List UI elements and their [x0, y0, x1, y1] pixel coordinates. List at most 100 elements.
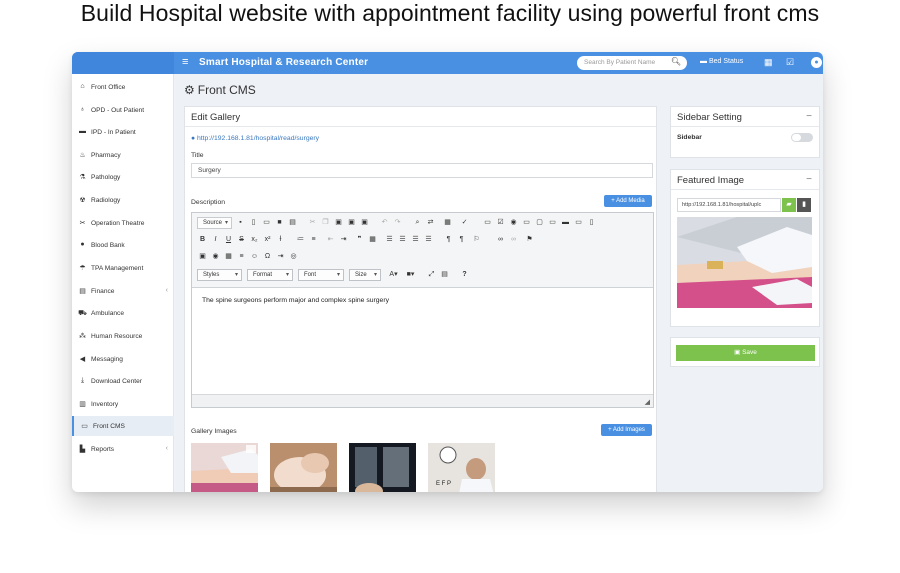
- add-media-button[interactable]: + Add Media: [604, 195, 652, 207]
- link-icon[interactable]: ∞: [495, 234, 506, 246]
- font-dropdown[interactable]: Font: [298, 269, 344, 281]
- ltr-icon[interactable]: ¶: [443, 234, 454, 246]
- sidebar-item-front-office[interactable]: ⌂ Front Office: [72, 77, 174, 97]
- textfield-icon[interactable]: ▭: [521, 217, 532, 229]
- maximize-icon[interactable]: ⤢: [426, 269, 437, 281]
- bold-icon[interactable]: B: [197, 234, 208, 246]
- hidden-field-icon[interactable]: ▯: [586, 217, 597, 229]
- sidebar-item-finance[interactable]: ▤ Finance ‹: [72, 281, 174, 301]
- source-button[interactable]: Source: [197, 217, 232, 229]
- justify-icon[interactable]: ☰: [423, 234, 434, 246]
- task-check-icon[interactable]: ☑: [786, 57, 794, 68]
- sidebar-item-inventory[interactable]: ▥ Inventory: [72, 394, 174, 414]
- language-icon[interactable]: ⚐: [471, 234, 482, 246]
- strike-icon[interactable]: S: [236, 234, 247, 246]
- outdent-icon[interactable]: ⇤: [325, 234, 336, 246]
- copy-icon[interactable]: ❐: [320, 217, 331, 229]
- undo-icon[interactable]: ↶: [379, 217, 390, 229]
- find-icon[interactable]: ⌕: [412, 217, 423, 229]
- sidebar-item-pathology[interactable]: ⚗ Pathology: [72, 167, 174, 187]
- bg-color-icon[interactable]: ■▾: [403, 269, 418, 281]
- sidebar-item-radiology[interactable]: ☢ Radiology: [72, 190, 174, 210]
- subscript-icon[interactable]: x₂: [249, 234, 260, 246]
- spellcheck-icon[interactable]: ✓: [459, 217, 470, 229]
- cut-icon[interactable]: ✂: [307, 217, 318, 229]
- save-doc-icon[interactable]: ▪: [235, 217, 246, 229]
- sidebar-item-download-center[interactable]: ⤓ Download Center: [72, 371, 174, 391]
- preview-icon[interactable]: ▭: [261, 217, 272, 229]
- sidebar-item-opd[interactable]: ♁ OPD - Out Patient: [72, 100, 174, 120]
- text-color-icon[interactable]: A▾: [386, 269, 401, 281]
- horizontal-line-icon[interactable]: ≡: [236, 251, 247, 263]
- align-right-icon[interactable]: ☰: [410, 234, 421, 246]
- user-avatar[interactable]: ●: [811, 57, 822, 68]
- permalink-link[interactable]: ● http://192.168.1.81/hospital/read/surg…: [191, 135, 319, 142]
- collapse-icon[interactable]: −: [806, 174, 812, 185]
- trash-icon[interactable]: ▮: [797, 198, 811, 212]
- align-center-icon[interactable]: ☰: [397, 234, 408, 246]
- help-icon[interactable]: ?: [459, 269, 470, 281]
- smiley-icon[interactable]: ☺: [249, 251, 260, 263]
- sidebar-toggle[interactable]: [791, 133, 813, 142]
- search-icon[interactable]: 🔍︎: [671, 57, 681, 66]
- textarea-icon[interactable]: ▢: [534, 217, 545, 229]
- special-char-icon[interactable]: Ω: [262, 251, 273, 263]
- sidebar-item-pharmacy[interactable]: ♨ Pharmacy: [72, 145, 174, 165]
- size-dropdown[interactable]: Size: [349, 269, 381, 281]
- sidebar-item-front-cms[interactable]: ▭ Front CMS: [72, 416, 174, 436]
- sidebar-item-ipd[interactable]: ▬ IPD - In Patient: [72, 122, 174, 142]
- bullet-list-icon[interactable]: ≡: [308, 234, 319, 246]
- gallery-thumb-4[interactable]: E F P: [428, 443, 495, 492]
- templates-icon[interactable]: ▤: [287, 217, 298, 229]
- indent-icon[interactable]: ⇥: [338, 234, 349, 246]
- paste-word-icon[interactable]: ▣: [359, 217, 370, 229]
- collapse-icon[interactable]: −: [806, 111, 812, 122]
- paste-text-icon[interactable]: ▣: [346, 217, 357, 229]
- styles-dropdown[interactable]: Styles: [197, 269, 242, 281]
- align-left-icon[interactable]: ☰: [384, 234, 395, 246]
- sidebar-item-reports[interactable]: ▙ Reports ‹: [72, 439, 174, 459]
- image-icon[interactable]: ▣: [197, 251, 208, 263]
- redo-icon[interactable]: ↷: [392, 217, 403, 229]
- calendar-icon[interactable]: ▦: [764, 57, 773, 68]
- underline-icon[interactable]: U: [223, 234, 234, 246]
- unlink-icon[interactable]: ∞: [508, 234, 519, 246]
- menu-toggle-icon[interactable]: ≡: [182, 56, 188, 68]
- flash-icon[interactable]: ◉: [210, 251, 221, 263]
- save-button[interactable]: ▣ Save: [676, 345, 815, 361]
- new-page-icon[interactable]: ▯: [248, 217, 259, 229]
- featured-image-url-input[interactable]: http://192.168.1.81/hospital/uplc: [677, 198, 781, 212]
- add-images-button[interactable]: + Add Images: [601, 424, 652, 436]
- iframe-icon[interactable]: ◎: [288, 251, 299, 263]
- blockquote-icon[interactable]: ❞: [354, 234, 365, 246]
- page-break-icon[interactable]: ⇥: [275, 251, 286, 263]
- paste-icon[interactable]: ▣: [333, 217, 344, 229]
- sidebar-item-human-resource[interactable]: ⁂ Human Resource: [72, 326, 174, 346]
- image-button-icon[interactable]: ▭: [573, 217, 584, 229]
- replace-icon[interactable]: ⇄: [425, 217, 436, 229]
- clear-format-icon[interactable]: Ɨ: [275, 234, 286, 246]
- bed-status-button[interactable]: ▬ Bed Status: [700, 58, 743, 65]
- table-icon[interactable]: ▦: [223, 251, 234, 263]
- italic-icon[interactable]: I: [210, 234, 221, 246]
- checkbox-icon[interactable]: ☑: [495, 217, 506, 229]
- sidebar-item-blood-bank[interactable]: ● Blood Bank: [72, 235, 174, 255]
- sidebar-item-operation-theatre[interactable]: ✂ Operation Theatre: [72, 213, 174, 233]
- div-icon[interactable]: ▦: [367, 234, 378, 246]
- button-field-icon[interactable]: ▬: [560, 217, 571, 229]
- gallery-thumb-1[interactable]: [191, 443, 258, 492]
- select-all-icon[interactable]: ▦: [442, 217, 453, 229]
- format-dropdown[interactable]: Format: [247, 269, 293, 281]
- gallery-thumb-3[interactable]: [349, 443, 416, 492]
- numbered-list-icon[interactable]: ≔: [295, 234, 306, 246]
- rtl-icon[interactable]: ¶: [456, 234, 467, 246]
- show-blocks-icon[interactable]: ▤: [439, 269, 450, 281]
- resize-handle-icon[interactable]: ◢: [645, 398, 650, 406]
- sidebar-item-tpa[interactable]: ☂ TPA Management: [72, 258, 174, 278]
- sidebar-item-messaging[interactable]: ◀ Messaging: [72, 349, 174, 369]
- patient-search-input[interactable]: Search By Patient Name 🔍︎: [577, 56, 687, 70]
- sidebar-item-ambulance[interactable]: ⛟ Ambulance: [72, 303, 174, 323]
- editor-body[interactable]: The spine surgeons perform major and com…: [192, 288, 653, 395]
- folder-icon[interactable]: ▰: [782, 198, 796, 212]
- form-icon[interactable]: ▭: [482, 217, 493, 229]
